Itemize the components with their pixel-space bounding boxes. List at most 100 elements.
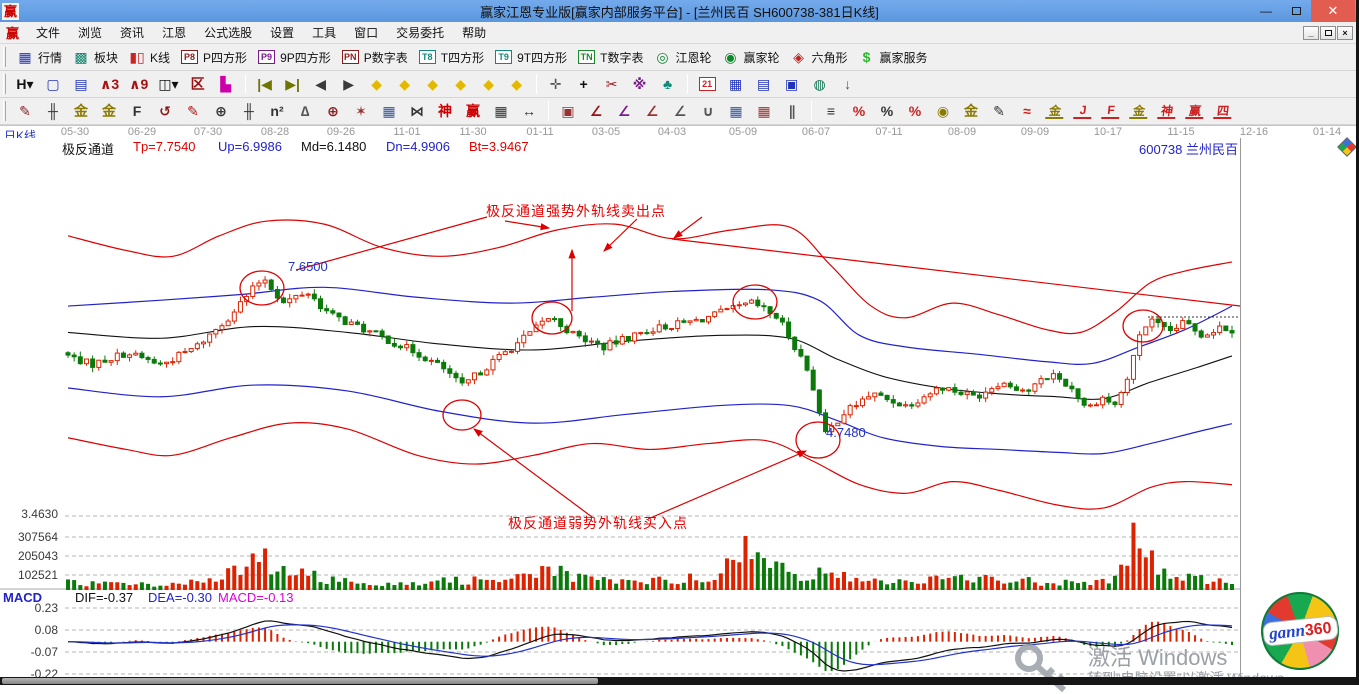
f10-info-button[interactable]: ▤ — [67, 73, 95, 96]
p-square-button[interactable]: P8P四方形 — [175, 47, 252, 68]
wave-3-button[interactable]: ∧3 — [95, 73, 124, 96]
corner-diamond-icon[interactable] — [1339, 139, 1356, 156]
sectors-button[interactable]: ▩板块 — [67, 46, 123, 69]
winner-service-button[interactable]: $赢家服务 — [853, 46, 933, 69]
scrollbar-thumb[interactable] — [2, 678, 598, 684]
price-grid-button[interactable]: ▦ — [487, 100, 515, 123]
child-minimize-button[interactable]: _ — [1303, 26, 1319, 40]
child-close-button[interactable]: × — [1337, 26, 1353, 40]
chart-style-dropdown-button[interactable]: H▾ — [11, 73, 39, 96]
color-volume-button[interactable]: ▙ — [212, 73, 240, 96]
angle-tool-button[interactable]: ∆ — [291, 100, 319, 123]
diamond-left-button[interactable]: ◆ — [363, 73, 391, 96]
si-angle-line-button[interactable]: 四 — [1209, 101, 1237, 121]
t-number-table-button[interactable]: TNT数字表 — [572, 47, 648, 68]
gann-time-lines-button[interactable]: ╫ — [39, 100, 67, 123]
memo-button[interactable]: ▤ — [750, 73, 778, 96]
t-square-button[interactable]: T8T四方形 — [413, 47, 489, 68]
first-page-button[interactable]: |◀ — [251, 73, 279, 96]
diamond-shrink-h-button[interactable]: ◆ — [447, 73, 475, 96]
gann-tool-b-button[interactable]: ♣ — [654, 73, 682, 96]
hand-tool-button[interactable]: ✛ — [542, 73, 570, 96]
diamond-right-button[interactable]: ◆ — [391, 73, 419, 96]
diamond-expand-h-button[interactable]: ◆ — [419, 73, 447, 96]
ying-angle-line-button[interactable]: 赢 — [1181, 101, 1209, 121]
fibonacci-lines-button[interactable]: F — [123, 100, 151, 123]
f-angle-line-button[interactable]: F — [1097, 101, 1125, 121]
gann-tool-a-button[interactable]: ※ — [626, 73, 654, 96]
gann-compass-button[interactable]: ⊕ — [319, 100, 347, 123]
child-restore-button[interactable] — [1320, 26, 1336, 40]
menu-item-settings[interactable]: 设置 — [261, 22, 303, 43]
golden-section-2-button[interactable]: 金 — [95, 100, 123, 123]
wave-9-button[interactable]: ∧9 — [124, 73, 153, 96]
zoom-area-button[interactable]: ▢ — [39, 73, 67, 96]
menu-item-file[interactable]: 文件 — [27, 22, 69, 43]
menu-item-browse[interactable]: 浏览 — [69, 22, 111, 43]
toolbar-grip[interactable] — [3, 47, 6, 67]
next-bar-button[interactable]: ▶ — [335, 73, 363, 96]
swing-tool-button[interactable]: ⋈ — [403, 100, 431, 123]
percent-retrace-2-button[interactable]: % — [873, 100, 901, 123]
close-button[interactable]: ✕ — [1311, 0, 1355, 22]
grid-box-2-button[interactable]: ▦ — [750, 100, 778, 123]
parallel-lines-button[interactable]: ∥ — [778, 100, 806, 123]
chart-canvas[interactable]: 极反通道 Tp=7.7540 Up=6.9986 Md=6.1480 Dn=4.… — [0, 138, 1359, 677]
hexagon-button[interactable]: ◈六角形 — [785, 46, 853, 69]
golden-section-1-button[interactable]: 金 — [67, 100, 95, 123]
last-page-button[interactable]: ▶| — [279, 73, 307, 96]
spiral-button[interactable]: ↺ — [151, 100, 179, 123]
grid-box-1-button[interactable]: ▦ — [722, 100, 750, 123]
menu-item-gann[interactable]: 江恩 — [153, 22, 195, 43]
p-number-table-button[interactable]: PNP数字表 — [336, 47, 413, 68]
candle-style-dropdown-button[interactable]: ◫▾ — [153, 73, 183, 96]
gann-fan-2-button[interactable]: ∠ — [610, 100, 638, 123]
menu-item-tools[interactable]: 工具 — [303, 22, 345, 43]
p9-square-button[interactable]: P99P四方形 — [252, 47, 336, 68]
arc-tool-button[interactable]: ∪ — [694, 100, 722, 123]
horizontal-scrollbar[interactable] — [0, 677, 1359, 685]
menu-item-help[interactable]: 帮助 — [453, 22, 495, 43]
pen-tool-button[interactable]: ✎ — [985, 100, 1013, 123]
data-download-button[interactable]: ↓ — [834, 73, 862, 96]
kline-button[interactable]: ▮▯K线 — [123, 46, 175, 69]
minimize-button[interactable]: — — [1251, 0, 1281, 22]
winner-wheel-button[interactable]: ◉赢家轮 — [716, 46, 784, 69]
toolbar-grip[interactable] — [3, 101, 6, 121]
crosshair-tool-button[interactable]: + — [570, 73, 598, 96]
golden-lines-button[interactable]: 金 — [957, 100, 985, 123]
time-lines-button[interactable]: ╫ — [235, 100, 263, 123]
percent-lines-button[interactable]: % — [901, 100, 929, 123]
calculator-button[interactable]: ▦ — [722, 73, 750, 96]
calendar-button[interactable]: 21 — [693, 75, 722, 93]
brush-line-2-button[interactable]: ✎ — [179, 100, 207, 123]
gold-angle-line-button[interactable]: 金 — [1125, 101, 1153, 121]
gann-fan-1-button[interactable]: ∠ — [582, 100, 610, 123]
toolbar-grip[interactable] — [3, 74, 6, 94]
gann-wheel-button[interactable]: ◎江恩轮 — [648, 46, 716, 69]
menu-item-formula-stock-pick[interactable]: 公式选股 — [195, 22, 261, 43]
shen-angle-line-button[interactable]: 神 — [1153, 101, 1181, 121]
delete-drawing-button[interactable]: ✂ — [598, 73, 626, 96]
menu-item-window[interactable]: 窗口 — [345, 22, 387, 43]
price-scale-tool-button[interactable]: ≡ — [817, 100, 845, 123]
width-measure-button[interactable]: ↔ — [515, 100, 543, 123]
shen-grid-button[interactable]: 神 — [431, 100, 459, 123]
diamond-grid-button[interactable]: ◆ — [503, 73, 531, 96]
pattern-filter-button[interactable]: 区 — [184, 73, 212, 96]
golden-angle-button[interactable]: 金 — [1041, 101, 1069, 121]
web-grid-button[interactable]: ▦ — [375, 100, 403, 123]
j-angle-line-button[interactable]: J — [1069, 101, 1097, 121]
web-sync-button[interactable]: ◍ — [806, 73, 834, 96]
gann-box-button[interactable]: ▣ — [554, 100, 582, 123]
menu-item-trade-order[interactable]: 交易委托 — [387, 22, 453, 43]
time-circle-button[interactable]: ⊕ — [207, 100, 235, 123]
diamond-expand-v-button[interactable]: ◆ — [475, 73, 503, 96]
restore-button[interactable] — [1281, 0, 1311, 22]
percent-retrace-1-button[interactable]: % — [845, 100, 873, 123]
ying-grid-button[interactable]: 赢 — [459, 100, 487, 123]
quotes-button[interactable]: ▦行情 — [11, 46, 67, 69]
menu-item-news[interactable]: 资讯 — [111, 22, 153, 43]
angle-line-button[interactable]: ∠ — [666, 100, 694, 123]
golden-circle-button[interactable]: ◉ — [929, 100, 957, 123]
